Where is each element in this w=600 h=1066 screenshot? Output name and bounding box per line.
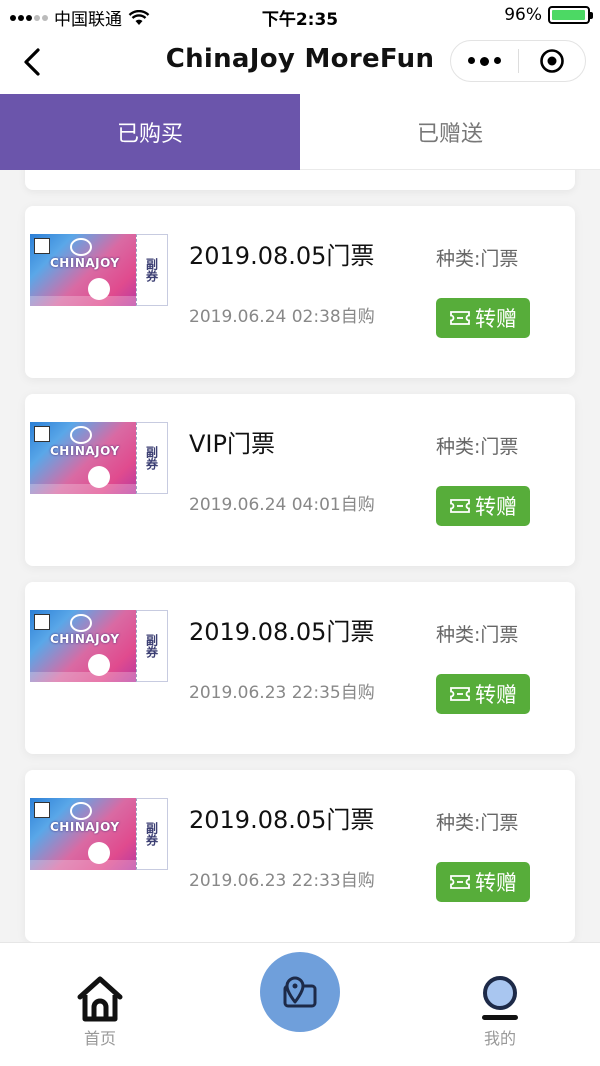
ticket-art-logo: CHINAJOY bbox=[50, 820, 120, 834]
ticket-purchase-time: 2019.06.23 22:35自购 bbox=[189, 683, 375, 703]
ticket-title: VIP门票 bbox=[189, 430, 275, 458]
ticket-list[interactable]: CHINAJOY 副券 2019.08.05门票 2019.06.24 02:3… bbox=[0, 170, 600, 942]
ticket-icon bbox=[450, 499, 470, 513]
ticket-title: 2019.08.05门票 bbox=[189, 242, 375, 270]
ticket-purchase-time: 2019.06.24 04:01自购 bbox=[189, 495, 375, 515]
ticket-art-logo: CHINAJOY bbox=[50, 444, 120, 458]
ticket-card[interactable]: CHINAJOY 副券 VIP门票 2019.06.24 04:01自购 种类:… bbox=[25, 394, 575, 566]
ticket-stub-label: 副券 bbox=[144, 446, 159, 470]
transfer-button[interactable]: 转赠 bbox=[436, 862, 530, 902]
map-pin-icon bbox=[283, 976, 317, 1008]
transfer-button-label: 转赠 bbox=[475, 307, 517, 331]
ticket-art: CHINAJOY bbox=[30, 422, 136, 494]
center-map-button[interactable] bbox=[253, 945, 347, 1039]
ticket-stub: 副券 bbox=[136, 234, 168, 306]
transfer-button-label: 转赠 bbox=[475, 683, 517, 707]
ticket-thumbnail: CHINAJOY 副券 bbox=[30, 234, 168, 306]
page: 中国联通 下午2:35 96% ChinaJoy MoreFun 已购买 已赠送 bbox=[0, 0, 600, 1066]
ticket-kind: 种类:门票 bbox=[436, 248, 519, 270]
ticket-purchase-time: 2019.06.24 02:38自购 bbox=[189, 307, 375, 327]
transfer-button[interactable]: 转赠 bbox=[436, 486, 530, 526]
status-right: 96% bbox=[504, 5, 593, 25]
battery-icon bbox=[548, 6, 593, 24]
ticket-card[interactable]: CHINAJOY 副券 2019.08.05门票 2019.06.23 22:3… bbox=[25, 770, 575, 942]
close-button[interactable] bbox=[519, 48, 586, 74]
battery-fill bbox=[552, 10, 585, 20]
ticket-thumbnail: CHINAJOY 副券 bbox=[30, 422, 168, 494]
ticket-card[interactable]: CHINAJOY 副券 2019.08.05门票 2019.06.24 02:3… bbox=[25, 206, 575, 378]
ticket-art-logo: CHINAJOY bbox=[50, 256, 120, 270]
transfer-button-label: 转赠 bbox=[475, 495, 517, 519]
ticket-kind: 种类:门票 bbox=[436, 812, 519, 834]
tab-gifted[interactable]: 已赠送 bbox=[300, 94, 600, 170]
ticket-icon bbox=[450, 687, 470, 701]
transfer-button[interactable]: 转赠 bbox=[436, 298, 530, 338]
ticket-icon bbox=[450, 875, 470, 889]
bottom-tab-bar: 首页 我的 bbox=[0, 942, 600, 1066]
ticket-art-logo: CHINAJOY bbox=[50, 632, 120, 646]
ticket-stub: 副券 bbox=[136, 422, 168, 494]
list-item-partial bbox=[25, 170, 575, 190]
ticket-art: CHINAJOY bbox=[30, 798, 136, 870]
battery-percent: 96% bbox=[504, 5, 542, 25]
ticket-kind: 种类:门票 bbox=[436, 624, 519, 646]
ticket-tabs: 已购买 已赠送 bbox=[0, 94, 600, 170]
ticket-title: 2019.08.05门票 bbox=[189, 806, 375, 834]
ticket-stub-label: 副券 bbox=[144, 258, 159, 282]
nav-bar: ChinaJoy MoreFun bbox=[0, 32, 600, 94]
more-button[interactable] bbox=[451, 56, 518, 66]
tab-purchased[interactable]: 已购买 bbox=[0, 94, 300, 170]
target-close-icon bbox=[539, 49, 564, 73]
home-icon bbox=[77, 976, 123, 1022]
ticket-stub-label: 副券 bbox=[144, 822, 159, 846]
tab-home[interactable]: 首页 bbox=[60, 975, 140, 1049]
ticket-purchase-time: 2019.06.23 22:33自购 bbox=[189, 871, 375, 891]
ticket-stub: 副券 bbox=[136, 798, 168, 870]
ticket-thumbnail: CHINAJOY 副券 bbox=[30, 610, 168, 682]
transfer-button[interactable]: 转赠 bbox=[436, 674, 530, 714]
tab-home-label: 首页 bbox=[83, 1029, 116, 1048]
status-bar: 中国联通 下午2:35 96% bbox=[0, 0, 600, 32]
tab-mine-label: 我的 bbox=[483, 1029, 516, 1048]
transfer-button-label: 转赠 bbox=[475, 871, 517, 895]
ticket-title: 2019.08.05门票 bbox=[189, 618, 375, 646]
ticket-icon bbox=[450, 311, 470, 325]
ticket-thumbnail: CHINAJOY 副券 bbox=[30, 798, 168, 870]
mini-program-capsule bbox=[450, 40, 586, 82]
ticket-kind: 种类:门票 bbox=[436, 436, 519, 458]
ticket-art: CHINAJOY bbox=[30, 234, 136, 306]
center-map-button-circle bbox=[260, 952, 340, 1032]
ticket-art: CHINAJOY bbox=[30, 610, 136, 682]
tab-mine[interactable]: 我的 bbox=[460, 975, 540, 1049]
user-icon bbox=[482, 976, 518, 1020]
ticket-stub: 副券 bbox=[136, 610, 168, 682]
ticket-stub-label: 副券 bbox=[144, 634, 159, 658]
ticket-card[interactable]: CHINAJOY 副券 2019.08.05门票 2019.06.23 22:3… bbox=[25, 582, 575, 754]
